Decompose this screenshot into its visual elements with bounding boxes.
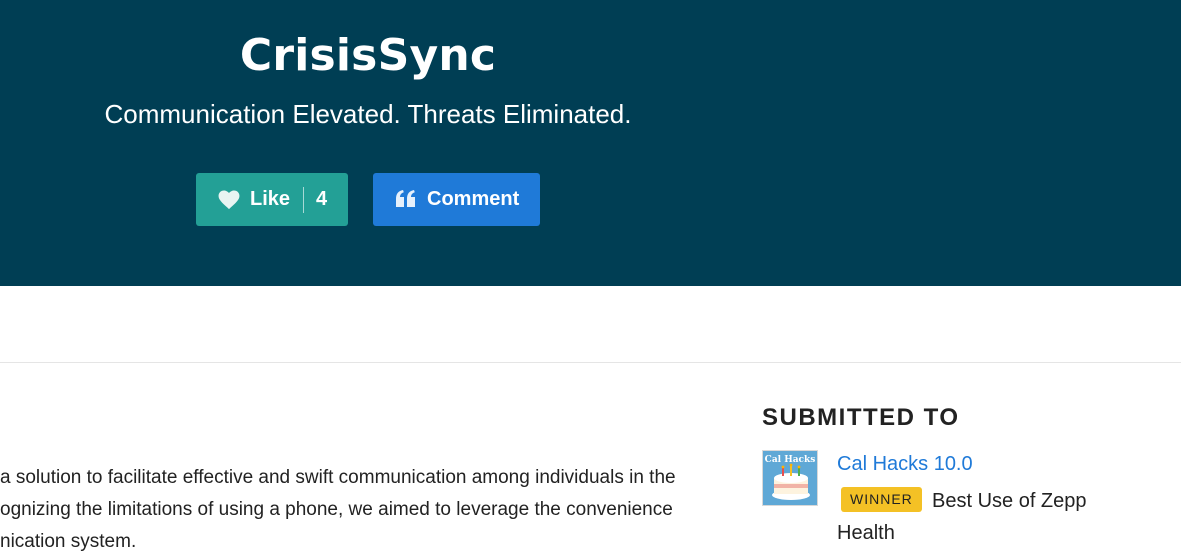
section-divider [0, 362, 1181, 363]
page-title: CrisisSync [239, 30, 497, 81]
quote-icon [395, 189, 417, 210]
submitted-to-heading: SUBMITTED TO [762, 404, 960, 431]
project-tagline: Communication Elevated. Threats Eliminat… [104, 99, 632, 129]
hackathon-thumbnail[interactable]: Cal Hacks [762, 450, 818, 506]
heart-icon [218, 189, 240, 210]
like-button[interactable]: Like 4 [196, 173, 348, 226]
description-line: ognizing the limitations of using a phon… [0, 499, 673, 520]
project-description: a solution to facilitate effective and s… [0, 462, 740, 558]
project-header: CrisisSync Communication Elevated. Threa… [0, 0, 1181, 286]
like-label: Like [250, 188, 291, 210]
comment-label: Comment [427, 188, 520, 210]
cake-icon [772, 463, 810, 500]
winner-badge: WINNER [841, 487, 922, 512]
like-count: 4 [316, 188, 328, 210]
hackathon-link[interactable]: Cal Hacks 10.0 [837, 453, 973, 476]
description-line: a solution to facilitate effective and s… [0, 467, 676, 488]
comment-button[interactable]: Comment [373, 173, 540, 226]
description-line: nication system. [0, 531, 137, 552]
like-divider [303, 186, 305, 213]
